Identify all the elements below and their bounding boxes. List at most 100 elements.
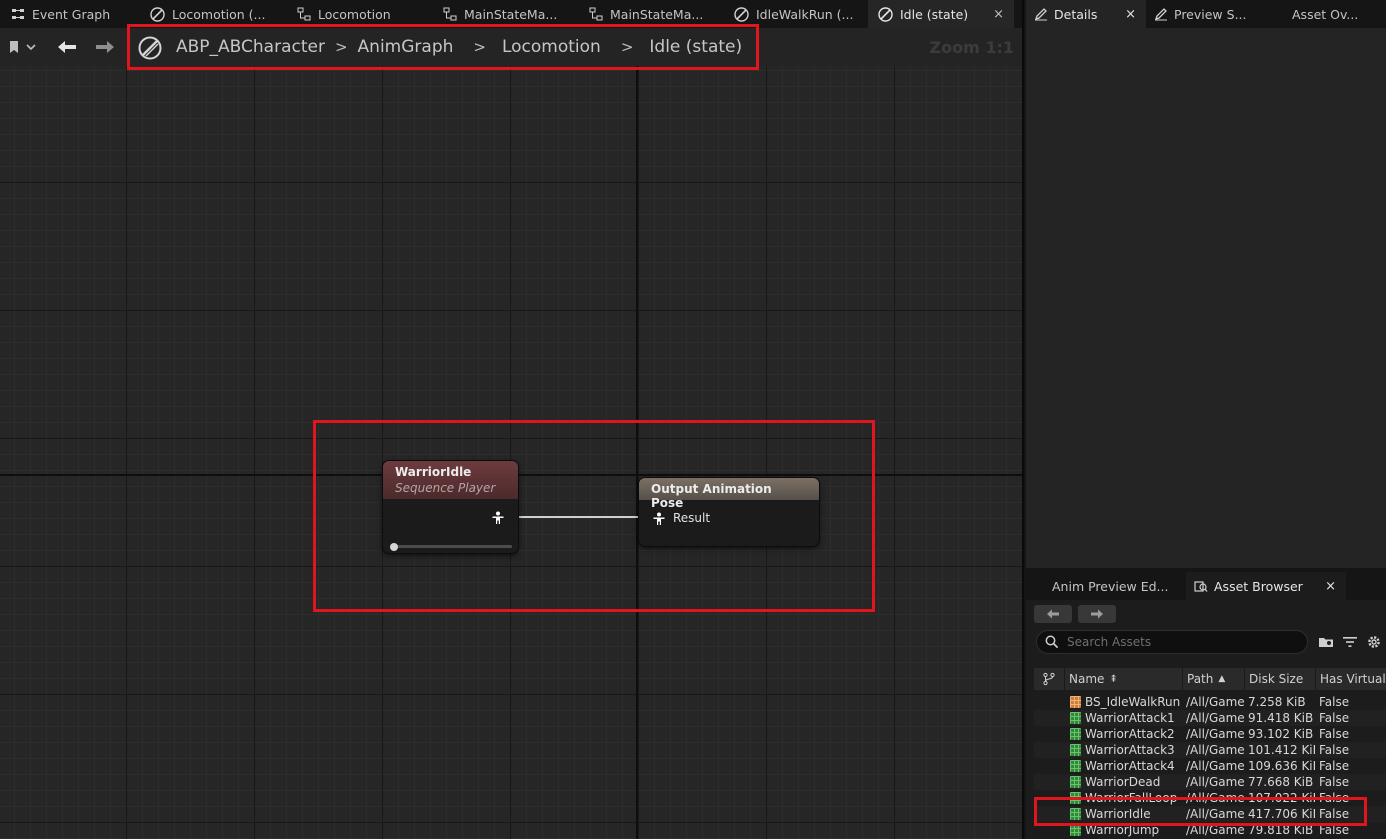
right-panel: Details × Preview S... Asset Ov... Anim … — [1022, 0, 1386, 839]
column-options-button[interactable] — [1034, 668, 1064, 690]
gear-icon — [1368, 636, 1380, 648]
asset-row-warrior-idle[interactable]: WarriorIdle /All/Game 417.706 KiB False — [1034, 806, 1386, 822]
graph-canvas[interactable]: WarriorIdle Sequence Player Output Anima… — [0, 66, 1022, 839]
blend-space-icon — [1070, 696, 1081, 708]
play-position-slider[interactable] — [392, 545, 512, 548]
pose-output-pin-icon[interactable] — [491, 511, 505, 525]
asset-row[interactable]: WarriorAttack2 /All/Game 93.102 KiB Fals… — [1034, 726, 1386, 742]
asset-name: BS_IdleWalkRun — [1085, 695, 1181, 709]
asset-size: 417.706 KiB — [1248, 807, 1315, 821]
pencil-icon — [1154, 8, 1167, 21]
asset-row[interactable]: WarriorFallLoop /All/Game 107.022 KiB Fa… — [1034, 790, 1386, 806]
anim-sequence-icon — [1070, 792, 1081, 804]
breadcrumb-item-locomotion[interactable]: Locomotion — [502, 37, 601, 57]
asset-size: 77.668 KiB — [1248, 775, 1314, 789]
tab-locomotion-state[interactable]: Locomotion (... — [140, 0, 286, 28]
asset-virtualized: False — [1319, 823, 1350, 837]
tab-label: Locomotion — [318, 6, 391, 22]
asset-size: 91.418 KiB — [1248, 711, 1314, 725]
asset-name: WarriorAttack1 — [1085, 711, 1175, 725]
asset-list-header: Name ⇞ Path ▲ Disk Size Has Virtuali — [1034, 668, 1386, 690]
anim-sequence-icon — [1070, 744, 1081, 756]
column-label: Path — [1187, 672, 1214, 686]
asset-row[interactable]: WarriorAttack3 /All/Game 101.412 KiB Fal… — [1034, 742, 1386, 758]
folder-search-button[interactable] — [1318, 634, 1334, 650]
close-icon[interactable]: × — [993, 7, 1004, 22]
asset-row[interactable]: WarriorAttack4 /All/Game 109.636 KiB Fal… — [1034, 758, 1386, 774]
column-label: Name — [1069, 672, 1105, 686]
asset-size: 93.102 KiB — [1248, 727, 1314, 741]
breadcrumb-item-animgraph[interactable]: AnimGraph — [358, 37, 454, 57]
arrow-right-icon — [96, 41, 114, 53]
anim-sequence-icon — [1070, 760, 1081, 772]
bookmark-icon — [10, 41, 36, 53]
tab-idle-state[interactable]: Idle (state) × — [868, 0, 1014, 28]
tab-preview-scene[interactable]: Preview S... — [1146, 0, 1274, 28]
column-label: Disk Size — [1249, 672, 1304, 686]
branch-icon — [1043, 672, 1055, 686]
tab-asset-override[interactable]: Asset Ov... — [1274, 0, 1384, 28]
breadcrumb-separator: > — [620, 38, 634, 56]
arrow-left-icon — [58, 41, 76, 53]
node-title: Output Animation Pose — [651, 482, 772, 510]
tab-event-graph[interactable]: Event Graph — [0, 0, 140, 28]
tab-mainstatemachine-1[interactable]: MainStateMa... — [432, 0, 578, 28]
tab-label: Idle (state) — [900, 6, 969, 22]
zoom-label: Zoom 1:1 — [929, 37, 1015, 57]
history-back-button[interactable] — [1034, 605, 1072, 623]
play-position-knob[interactable] — [390, 543, 398, 551]
tab-idlewalkrun[interactable]: IdleWalkRun (... — [724, 0, 868, 28]
asset-row[interactable]: BS_IdleWalkRun /All/Game 7.258 KiB False — [1034, 694, 1386, 710]
filter-icon — [1343, 637, 1357, 647]
asset-size: 7.258 KiB — [1248, 695, 1306, 709]
asset-size: 109.636 KiB — [1248, 759, 1315, 773]
filter-button[interactable] — [1342, 634, 1358, 650]
settings-button[interactable] — [1366, 634, 1382, 650]
pose-wire[interactable] — [516, 516, 640, 518]
asset-row[interactable]: WarriorAttack1 /All/Game 91.418 KiB Fals… — [1034, 710, 1386, 726]
asset-name: WarriorAttack3 — [1085, 743, 1175, 757]
asset-virtualized: False — [1319, 711, 1350, 725]
asset-row[interactable]: WarriorJump /All/Game 79.818 KiB False — [1034, 822, 1386, 838]
back-button[interactable] — [54, 37, 80, 57]
tab-label: MainStateMa... — [464, 6, 558, 22]
asset-search-box[interactable] — [1036, 630, 1308, 654]
breadcrumb-item-idle-state[interactable]: Idle (state) — [649, 37, 742, 57]
column-header-path[interactable]: Path ▲ — [1182, 668, 1244, 690]
graph-editor: Event Graph Locomotion (... Locomotion M… — [0, 0, 1022, 839]
graph-icon — [10, 7, 25, 22]
close-icon[interactable]: × — [1125, 7, 1136, 22]
arrow-right-icon — [1091, 609, 1103, 619]
tab-mainstatemachine-2[interactable]: MainStateMa... — [578, 0, 724, 28]
anim-sequence-icon — [1070, 824, 1081, 836]
column-header-name[interactable]: Name ⇞ — [1064, 668, 1182, 690]
tab-anim-preview-editor[interactable]: Anim Preview Ed... — [1026, 572, 1186, 600]
column-header-has-virtualized[interactable]: Has Virtuali — [1315, 668, 1386, 690]
state-machine-icon — [442, 7, 457, 22]
asset-virtualized: False — [1319, 759, 1350, 773]
tab-label: Preview S... — [1174, 6, 1247, 22]
sort-up-icon: ▲ — [1218, 674, 1226, 684]
search-input[interactable] — [1067, 635, 1287, 649]
tab-asset-browser[interactable]: Asset Browser × — [1186, 572, 1346, 600]
tab-locomotion[interactable]: Locomotion — [286, 0, 432, 28]
pose-input-pin-icon[interactable] — [652, 512, 666, 526]
forward-button[interactable] — [92, 37, 118, 57]
anim-sequence-icon — [1070, 712, 1081, 724]
close-icon[interactable]: × — [1325, 579, 1336, 594]
output-animation-pose-node[interactable]: Output Animation Pose Result — [639, 478, 819, 546]
document-tab-bar: Event Graph Locomotion (... Locomotion M… — [0, 0, 1022, 28]
asset-path: /All/Game — [1186, 775, 1244, 789]
asset-virtualized: False — [1319, 743, 1350, 757]
breadcrumb-item-blueprint[interactable]: ABP_ABCharacter — [176, 37, 325, 57]
node-header: WarriorIdle Sequence Player — [383, 461, 518, 499]
anim-sequence-icon — [1070, 808, 1081, 820]
unreal-anim-blueprint-editor: Event Graph Locomotion (... Locomotion M… — [0, 0, 1386, 839]
state-icon — [878, 6, 893, 22]
bookmark-dropdown-button[interactable] — [6, 37, 38, 57]
tab-details[interactable]: Details × — [1026, 0, 1146, 28]
asset-row[interactable]: WarriorDead /All/Game 77.668 KiB False — [1034, 774, 1386, 790]
column-header-disk-size[interactable]: Disk Size — [1244, 668, 1315, 690]
sequence-player-node[interactable]: WarriorIdle Sequence Player — [383, 461, 518, 553]
history-forward-button[interactable] — [1078, 605, 1116, 623]
